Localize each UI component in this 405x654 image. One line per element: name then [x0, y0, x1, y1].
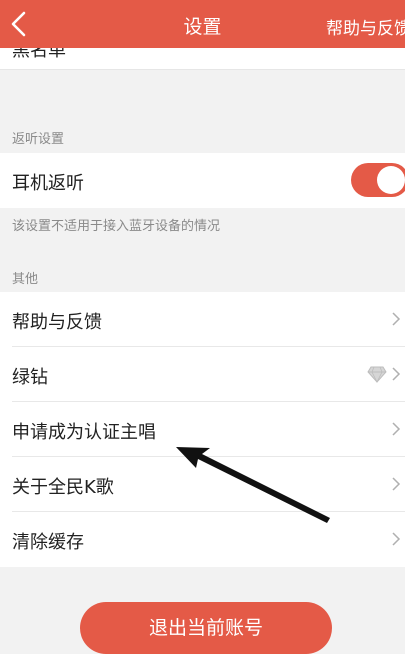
settings-row-label: 帮助与反馈 [12, 312, 102, 333]
ear-monitor-toggle[interactable] [351, 163, 405, 197]
settings-row-label: 清除缓存 [12, 532, 84, 553]
monitor-note: 该设置不适用于接入蓝牙设备的情况 [12, 219, 221, 234]
chevron-right-icon [392, 477, 401, 491]
chevron-right-icon [392, 312, 401, 326]
settings-row-label: 绿钻 [12, 367, 48, 388]
settings-row-ear-monitor: 耳机返听 [0, 153, 405, 208]
toggle-knob [377, 166, 405, 194]
settings-row-help-feedback[interactable]: 帮助与反馈 [0, 292, 405, 347]
logout-button[interactable]: 退出当前账号 [80, 602, 332, 654]
section-header-other: 其他 [12, 272, 39, 287]
help-feedback-nav-link[interactable]: 帮助与反馈 [326, 14, 405, 39]
settings-row-label: 申请成为认证主唱 [12, 422, 156, 443]
settings-row-label: 黑名单 [12, 48, 66, 61]
chevron-right-icon [392, 367, 401, 381]
settings-row-label: 关于全民K歌 [12, 477, 114, 498]
annotation-arrow-icon [176, 447, 330, 523]
nav-bar: 设置 帮助与反馈 [0, 0, 405, 48]
diamond-icon [367, 366, 387, 383]
settings-row-green-diamond[interactable]: 绿钻 [0, 347, 405, 402]
chevron-right-icon [392, 422, 401, 436]
section-header-monitor: 返听设置 [12, 132, 65, 147]
settings-row-label: 耳机返听 [12, 173, 84, 194]
chevron-right-icon [392, 532, 401, 546]
settings-row-blacklist[interactable]: 黑名单 [0, 48, 405, 70]
